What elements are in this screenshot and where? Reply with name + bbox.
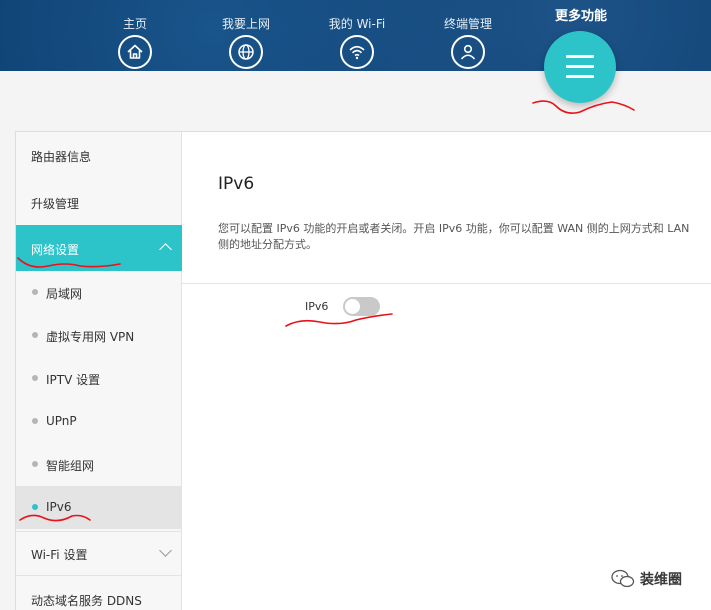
ipv6-toggle-label: IPv6 <box>305 300 329 313</box>
nav-wifi-label: 我的 Wi-Fi <box>328 17 386 31</box>
sidebar-subitem-label: UPnP <box>46 414 77 428</box>
bullet-icon <box>32 461 38 467</box>
wifi-icon <box>340 35 374 69</box>
sidebar-item-wifi-settings[interactable]: Wi-Fi 设置 <box>16 531 182 575</box>
nav-internet[interactable]: 我要上网 <box>201 0 291 71</box>
sidebar-subitem-label: IPv6 <box>46 500 72 514</box>
sidebar-item-label: 升级管理 <box>31 197 80 211</box>
sidebar-subitem-mesh[interactable]: 智能组网 <box>16 443 182 486</box>
nav-wifi[interactable]: 我的 Wi-Fi <box>312 0 402 71</box>
nav-home-label: 主页 <box>122 17 147 31</box>
sidebar-subitem-ipv6[interactable]: IPv6 <box>16 486 182 529</box>
user-icon <box>451 35 485 69</box>
content-frame: 路由器信息 升级管理 网络设置 局域网 虚拟专用网 VPN IPTV 设置 UP… <box>15 131 711 610</box>
sidebar-item-upgrade[interactable]: 升级管理 <box>16 179 182 225</box>
ipv6-toggle[interactable] <box>343 297 380 316</box>
sidebar-subitem-label: IPTV 设置 <box>46 373 101 387</box>
divider <box>182 283 711 284</box>
bullet-icon <box>32 504 38 510</box>
nav-internet-label: 我要上网 <box>221 17 270 31</box>
sidebar-item-ddns[interactable]: 动态域名服务 DDNS <box>16 575 182 610</box>
watermark: 装维圈 <box>608 566 708 592</box>
wechat-icon <box>611 569 635 588</box>
home-icon <box>118 35 152 69</box>
nav-home[interactable]: 主页 <box>90 0 180 71</box>
sidebar-subitem-vpn[interactable]: 虚拟专用网 VPN <box>16 314 182 357</box>
sidebar-item-label: 网络设置 <box>31 243 80 257</box>
chevron-up-icon <box>159 243 172 256</box>
sidebar-item-label: 动态域名服务 DDNS <box>31 594 142 608</box>
sidebar-subitem-upnp[interactable]: UPnP <box>16 400 182 443</box>
sidebar-subitem-label: 虚拟专用网 VPN <box>46 330 135 344</box>
globe-icon <box>229 35 263 69</box>
watermark-text: 装维圈 <box>640 572 682 588</box>
sidebar-item-label: Wi-Fi 设置 <box>31 548 88 562</box>
nav-more-label: 更多功能 <box>554 9 607 24</box>
sidebar-subitem-lan[interactable]: 局域网 <box>16 271 182 314</box>
sidebar-item-label: 路由器信息 <box>31 150 92 164</box>
toggle-knob <box>345 299 360 314</box>
bullet-icon <box>32 418 38 424</box>
nav-devices-label: 终端管理 <box>443 17 492 31</box>
main-panel: IPv6 您可以配置 IPv6 功能的开启或者关闭。开启 IPv6 功能，你可以… <box>182 132 711 610</box>
bullet-icon <box>32 375 38 381</box>
page-title: IPv6 <box>218 174 255 194</box>
nav-devices[interactable]: 终端管理 <box>423 0 513 71</box>
sidebar-item-router-info[interactable]: 路由器信息 <box>16 132 182 179</box>
sidebar-subitem-label: 局域网 <box>46 287 83 301</box>
sidebar: 路由器信息 升级管理 网络设置 局域网 虚拟专用网 VPN IPTV 设置 UP… <box>16 132 182 610</box>
sidebar-subitem-iptv[interactable]: IPTV 设置 <box>16 357 182 400</box>
page-description: 您可以配置 IPv6 功能的开启或者关闭。开启 IPv6 功能，你可以配置 WA… <box>218 222 690 251</box>
menu-icon[interactable] <box>544 31 616 103</box>
sidebar-item-network-settings[interactable]: 网络设置 <box>16 225 182 271</box>
sidebar-subitem-label: 智能组网 <box>46 459 95 473</box>
chevron-down-icon <box>159 544 172 557</box>
bullet-icon <box>32 289 38 295</box>
bullet-icon <box>32 332 38 338</box>
